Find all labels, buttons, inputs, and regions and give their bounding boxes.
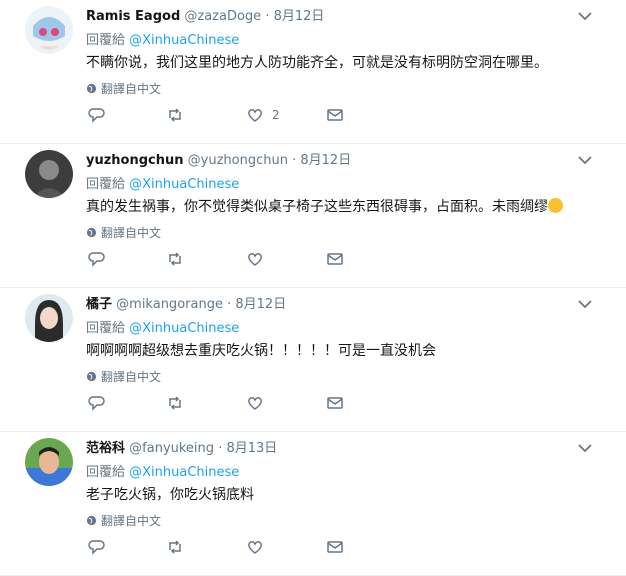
direct-message-button[interactable]	[326, 538, 344, 556]
like-button[interactable]: 2	[246, 106, 280, 124]
tweet-text: 老子吃火锅，你吃火锅底料	[86, 487, 254, 503]
direct-message-button[interactable]	[326, 106, 344, 124]
like-button[interactable]	[246, 394, 272, 412]
replying-to: 回覆給 @XinhuaChinese	[86, 461, 239, 480]
reply-icon	[88, 252, 105, 267]
like-count: 2	[272, 108, 280, 122]
reply-icon	[88, 108, 105, 123]
reply-mention-link[interactable]: @XinhuaChinese	[129, 321, 239, 336]
user-handle[interactable]: @zazaDoge	[184, 9, 261, 24]
retweet-button[interactable]	[166, 394, 184, 412]
tweet-text: 啊啊啊啊超级想去重庆吃火锅！！！！！可是一直没机会	[86, 343, 436, 359]
user-handle[interactable]: @mikangorange	[116, 297, 223, 312]
globe-icon	[86, 371, 97, 382]
relieved-face-emoji-icon	[548, 198, 563, 213]
user-handle[interactable]: @fanyukeing	[129, 441, 214, 456]
reply-icon	[88, 540, 105, 555]
envelope-icon	[327, 397, 343, 409]
avatar[interactable]	[25, 438, 73, 486]
envelope-icon	[327, 109, 343, 121]
translate-link[interactable]: 翻譯自中文	[86, 224, 161, 241]
reply-button[interactable]	[88, 250, 106, 268]
translate-label[interactable]: 翻譯自中文	[101, 512, 161, 529]
tweet-text: 不瞒你说，我们这里的地方人防功能齐全，可就是没有标明防空洞在哪里。	[86, 55, 548, 71]
tweet[interactable]: yuzhongchun @yuzhongchun · 8月12日 回覆給 @Xi…	[0, 144, 626, 288]
tweet[interactable]: Ramis Eagod @zazaDoge · 8月12日 回覆給 @Xinhu…	[0, 0, 626, 144]
chevron-down-icon[interactable]	[577, 154, 593, 166]
tweet-text-body: 真的发生祸事，你不觉得类似桌子椅子这些东西很碍事，占面积。未雨绸缪	[86, 199, 548, 215]
retweet-button[interactable]	[166, 538, 184, 556]
replying-prefix: 回覆給	[86, 465, 126, 480]
retweet-icon	[169, 252, 181, 266]
like-button[interactable]	[246, 538, 272, 556]
like-button[interactable]	[246, 250, 272, 268]
tweet-date[interactable]: 8月13日	[226, 441, 277, 456]
envelope-icon	[327, 253, 343, 265]
replying-prefix: 回覆給	[86, 177, 126, 192]
globe-icon	[86, 227, 97, 238]
translate-link[interactable]: 翻譯自中文	[86, 512, 161, 529]
heart-icon	[248, 109, 262, 122]
translate-link[interactable]: 翻譯自中文	[86, 80, 161, 97]
reply-mention-link[interactable]: @XinhuaChinese	[129, 465, 239, 480]
tweet-actions	[86, 250, 356, 270]
chevron-down-icon[interactable]	[577, 442, 593, 454]
translate-label[interactable]: 翻譯自中文	[101, 368, 161, 385]
retweet-icon	[169, 540, 181, 554]
chevron-down-icon[interactable]	[577, 298, 593, 310]
heart-icon	[248, 541, 262, 554]
tweet[interactable]: 范裕科 @fanyukeing · 8月13日 回覆給 @XinhuaChine…	[0, 432, 626, 576]
tweet-text: 真的发生祸事，你不觉得类似桌子椅子这些东西很碍事，占面积。未雨绸缪	[86, 196, 563, 216]
reply-mention-link[interactable]: @XinhuaChinese	[129, 33, 239, 48]
reply-button[interactable]	[88, 106, 106, 124]
tweet-actions	[86, 538, 356, 558]
retweet-icon	[169, 108, 181, 122]
replying-to: 回覆給 @XinhuaChinese	[86, 173, 239, 192]
reply-icon	[88, 396, 105, 411]
heart-icon	[248, 253, 262, 266]
user-name[interactable]: yuzhongchun	[86, 153, 184, 168]
direct-message-button[interactable]	[326, 250, 344, 268]
direct-message-button[interactable]	[326, 394, 344, 412]
separator: ·	[227, 297, 232, 312]
reply-mention-link[interactable]: @XinhuaChinese	[129, 177, 239, 192]
translate-label[interactable]: 翻譯自中文	[101, 80, 161, 97]
avatar[interactable]	[25, 6, 73, 54]
user-name[interactable]: 范裕科	[86, 441, 125, 456]
tweet[interactable]: 橘子 @mikangorange · 8月12日 回覆給 @XinhuaChin…	[0, 288, 626, 432]
globe-icon	[86, 515, 97, 526]
tweet-date[interactable]: 8月12日	[235, 297, 286, 312]
tweet-date[interactable]: 8月12日	[300, 153, 351, 168]
replying-to: 回覆給 @XinhuaChinese	[86, 29, 239, 48]
chevron-down-icon[interactable]	[577, 10, 593, 22]
replying-prefix: 回覆給	[86, 321, 126, 336]
avatar[interactable]	[25, 294, 73, 342]
tweet-actions: 2	[86, 106, 356, 126]
user-name[interactable]: 橘子	[86, 297, 112, 312]
reply-button[interactable]	[88, 394, 106, 412]
retweet-button[interactable]	[166, 106, 184, 124]
replying-prefix: 回覆給	[86, 33, 126, 48]
heart-icon	[248, 397, 262, 410]
retweet-button[interactable]	[166, 250, 184, 268]
reply-button[interactable]	[88, 538, 106, 556]
user-handle[interactable]: @yuzhongchun	[188, 153, 288, 168]
avatar[interactable]	[25, 150, 73, 198]
globe-icon	[86, 83, 97, 94]
separator: ·	[218, 441, 223, 456]
translate-label[interactable]: 翻譯自中文	[101, 224, 161, 241]
tweet-actions	[86, 394, 356, 414]
envelope-icon	[327, 541, 343, 553]
separator: ·	[265, 9, 270, 24]
retweet-icon	[169, 396, 181, 410]
translate-link[interactable]: 翻譯自中文	[86, 368, 161, 385]
replying-to: 回覆給 @XinhuaChinese	[86, 317, 239, 336]
user-name[interactable]: Ramis Eagod	[86, 9, 180, 24]
separator: ·	[292, 153, 297, 168]
tweet-date[interactable]: 8月12日	[274, 9, 325, 24]
